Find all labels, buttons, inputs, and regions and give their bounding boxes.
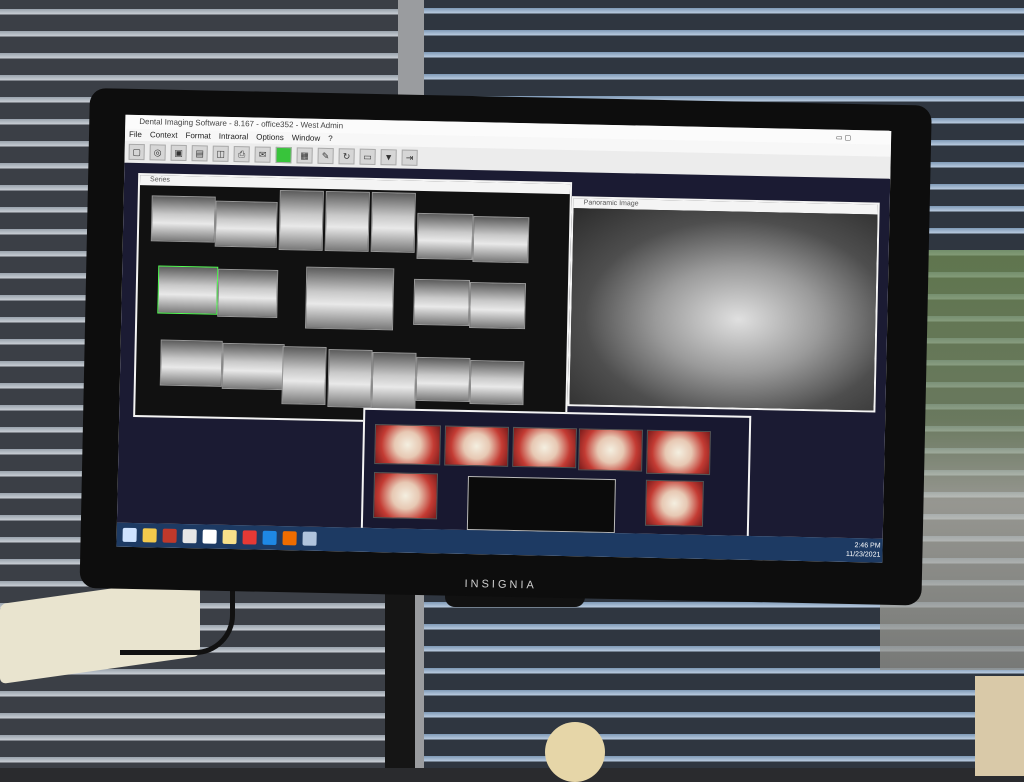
- xray-tile[interactable]: [278, 189, 324, 251]
- new-icon[interactable]: ▢: [128, 143, 145, 161]
- tooth-icon[interactable]: [202, 529, 217, 544]
- xray-tile[interactable]: [214, 200, 278, 248]
- xray-tile[interactable]: [469, 360, 525, 406]
- files-icon[interactable]: [282, 531, 297, 546]
- menu-file[interactable]: File: [129, 129, 142, 141]
- xray-tile[interactable]: [370, 191, 416, 253]
- xray-tile[interactable]: [150, 195, 216, 243]
- menu-intraoral[interactable]: Intraoral: [219, 131, 249, 144]
- desk-corner: [975, 676, 1024, 776]
- xray-tile[interactable]: [327, 349, 373, 408]
- export-icon[interactable]: ⇥: [401, 149, 418, 166]
- app-title: Dental Imaging Software - 8.167 - office…: [139, 117, 344, 131]
- xray-tile[interactable]: [415, 356, 471, 403]
- xray-tile[interactable]: [305, 266, 395, 331]
- monitor-pole: [385, 580, 415, 768]
- chart-icon[interactable]: [262, 530, 277, 546]
- photos-window[interactable]: [360, 407, 752, 538]
- sensor-icon[interactable]: ◫: [212, 145, 229, 162]
- xray-tile[interactable]: [221, 342, 285, 391]
- grid-icon[interactable]: ▦: [296, 147, 313, 164]
- pano-window[interactable]: Panoramic Image: [567, 196, 880, 413]
- fmx-window[interactable]: Series: [133, 173, 573, 427]
- intraoral-photo[interactable]: [374, 424, 442, 466]
- app-icon[interactable]: [302, 531, 317, 546]
- intraoral-photo[interactable]: [644, 479, 704, 527]
- empty-photo-slot[interactable]: [466, 476, 616, 534]
- capture-icon[interactable]: ▣: [170, 144, 187, 162]
- monitor: Dental Imaging Software - 8.167 - office…: [79, 88, 932, 606]
- menu-options[interactable]: Options: [256, 131, 284, 144]
- intraoral-photo[interactable]: [444, 425, 509, 467]
- intraoral-photo[interactable]: [578, 428, 643, 472]
- xray-tile[interactable]: [217, 268, 279, 318]
- xray-tile[interactable]: [416, 212, 474, 261]
- record-icon[interactable]: [242, 530, 257, 545]
- rotate-icon[interactable]: ↻: [338, 148, 355, 165]
- green-capture-icon[interactable]: [275, 146, 292, 164]
- intraoral-photo[interactable]: [512, 426, 577, 469]
- workspace: Series Panoramic Image: [116, 162, 891, 540]
- xray-tile[interactable]: [324, 190, 370, 252]
- xray-tile[interactable]: [371, 351, 417, 411]
- intraoral-photo[interactable]: [373, 472, 439, 520]
- users-icon[interactable]: [162, 528, 177, 543]
- xray-tile[interactable]: [159, 339, 223, 387]
- email-icon[interactable]: ✉: [254, 146, 271, 163]
- xray-tile[interactable]: [157, 265, 219, 315]
- open-icon[interactable]: ◎: [149, 144, 166, 161]
- frame-icon[interactable]: ▭: [359, 148, 376, 165]
- start-icon[interactable]: [122, 527, 137, 543]
- xray-tile[interactable]: [413, 278, 471, 326]
- printer-icon[interactable]: [182, 529, 197, 544]
- measure-icon[interactable]: ✎: [317, 147, 334, 165]
- panoramic-xray[interactable]: [569, 208, 878, 411]
- monitor-cable: [120, 590, 235, 655]
- xray-tile[interactable]: [472, 216, 530, 264]
- menu-format[interactable]: Format: [185, 130, 211, 143]
- clock-date: 11/23/2021: [845, 550, 881, 559]
- menu-context[interactable]: Context: [150, 129, 178, 142]
- xray-tile[interactable]: [281, 346, 327, 405]
- notes-icon[interactable]: [222, 529, 237, 545]
- filter-icon[interactable]: ▼: [380, 149, 397, 166]
- intraoral-photo[interactable]: [646, 429, 711, 476]
- window-controls[interactable]: ▭ ▢: [836, 132, 851, 146]
- print-icon[interactable]: ⎙: [233, 146, 250, 163]
- menu-help[interactable]: ?: [328, 133, 333, 145]
- system-clock[interactable]: 2:46 PM 11/23/2021: [846, 541, 881, 560]
- finger-tip: [545, 722, 605, 782]
- layout-icon[interactable]: ▤: [191, 145, 208, 162]
- xray-tile[interactable]: [469, 282, 527, 330]
- menu-window[interactable]: Window: [292, 132, 321, 145]
- screen: Dental Imaging Software - 8.167 - office…: [116, 114, 892, 563]
- folder-icon[interactable]: [142, 528, 157, 543]
